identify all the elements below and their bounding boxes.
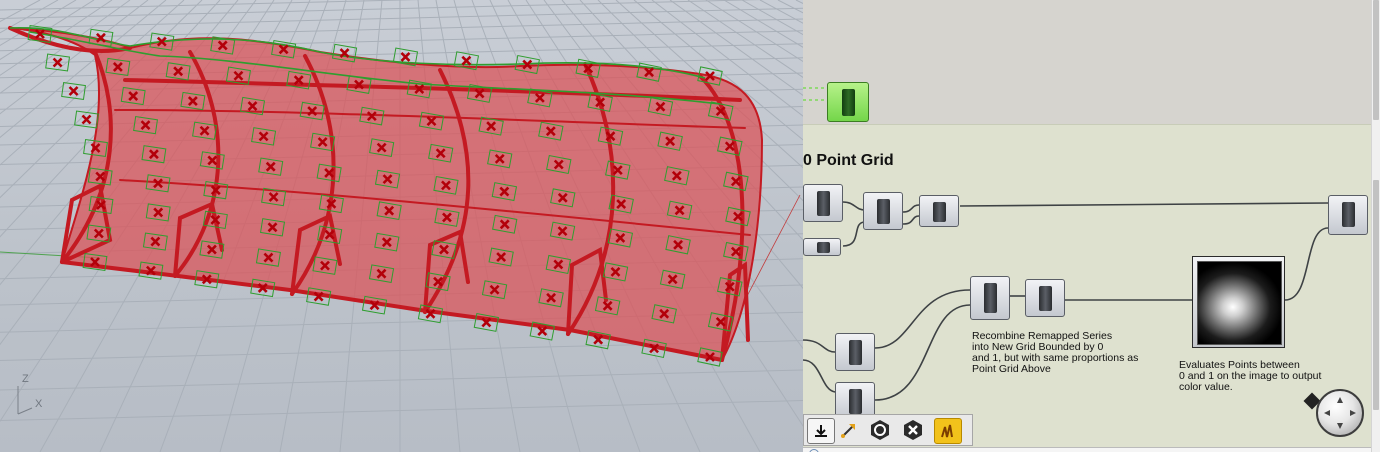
viewport-canvas [0,0,803,452]
bake-icon[interactable] [934,418,962,444]
grid-line [759,0,803,24]
number-input-component[interactable] [803,238,841,256]
grid-line [0,369,803,391]
recombine-component[interactable] [970,276,1010,320]
grasshopper-canvas[interactable]: 0 Point Grid Recombine Remapped Series i… [803,0,1380,452]
delete-icon[interactable] [900,418,926,442]
surface-fill [9,27,764,362]
scrollbar-thumb-upper[interactable] [1373,0,1379,120]
canvas-toolbar [803,414,973,446]
rhino-viewport[interactable]: Z X [0,0,803,452]
status-strip [803,447,1371,452]
sampled-image-preview [1197,261,1282,345]
axis-gizmo [17,386,33,415]
scrollbar-thumb-lower[interactable] [1373,180,1379,410]
group-title: 0 Point Grid [803,152,894,169]
arrow-pick-icon[interactable] [836,418,862,442]
preview-toggle-icon[interactable] [867,418,893,442]
download-icon[interactable] [807,418,835,444]
grid-line [795,0,803,4]
grid-line [0,7,803,29]
remap-component-2[interactable] [919,195,959,227]
green-parameter-component[interactable] [827,82,869,122]
evaluates-note: Evaluates Points between 0 and 1 on the … [1179,359,1322,393]
navigation-compass-icon[interactable] [1316,389,1364,437]
output-component[interactable] [1328,195,1368,235]
series-component-1[interactable] [835,333,875,371]
recombine-note: Recombine Remapped Series into New Grid … [972,330,1139,375]
image-sampler-component[interactable] [1192,256,1285,348]
grid-line [0,400,803,422]
remap-component-1[interactable] [863,192,903,230]
point-grid-component[interactable] [803,184,843,222]
grid-line [0,18,803,40]
construct-point-component[interactable] [1025,279,1065,317]
vertical-scrollbar[interactable] [1371,0,1380,452]
